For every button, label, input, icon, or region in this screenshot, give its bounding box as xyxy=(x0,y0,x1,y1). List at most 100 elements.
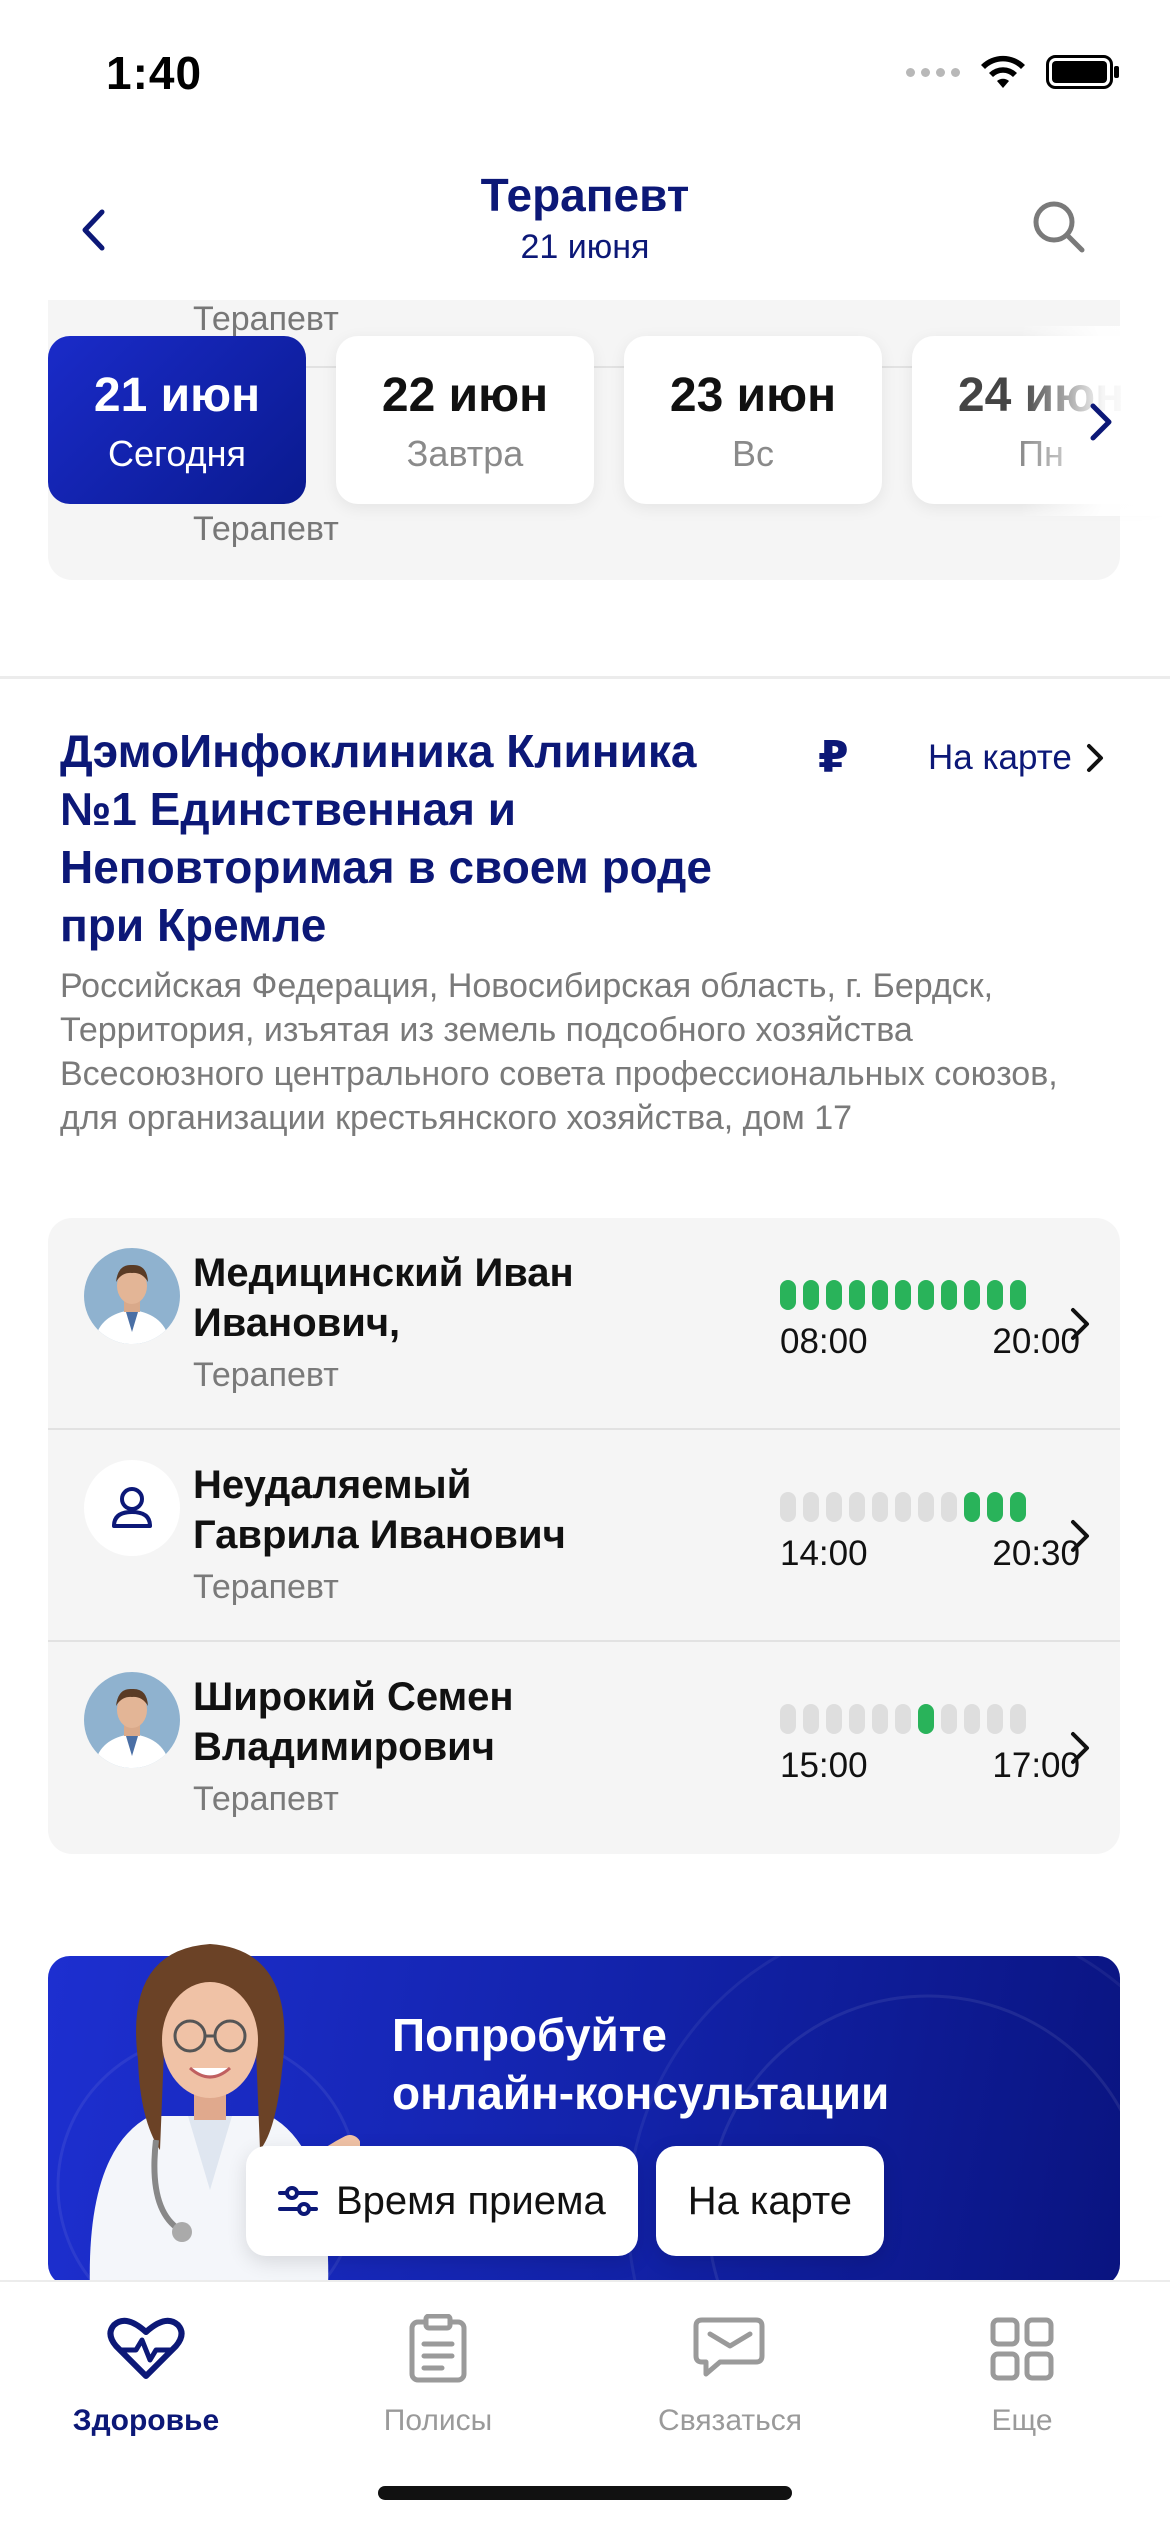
date-chip-weekday: Завтра xyxy=(406,433,524,474)
doctor-list: Медицинский Иван Иванович, Терапевт 08:0… xyxy=(48,1218,1120,1854)
clipboard-icon xyxy=(409,2314,467,2383)
wifi-icon xyxy=(981,55,1025,88)
availability-slot xyxy=(872,1280,888,1310)
map-button-label: На карте xyxy=(687,2178,853,2223)
availability-bar xyxy=(780,1280,1026,1310)
next-dates-button[interactable] xyxy=(1076,392,1126,452)
doctor-row[interactable]: Неудаляемый Гаврила Иванович Терапевт 14… xyxy=(48,1430,1120,1642)
doctor-specialty: Терапевт xyxy=(193,510,339,548)
battery-icon xyxy=(1046,55,1119,89)
availability-slot xyxy=(895,1280,911,1310)
appointment-time-button[interactable]: Время приема xyxy=(246,2146,638,2256)
signal-icon xyxy=(906,67,960,77)
doctor-name: Широкий Семен Владимирович xyxy=(193,1675,514,1769)
availability-slot xyxy=(918,1492,934,1522)
date-chip-date: 22 июн xyxy=(381,369,549,422)
map-button[interactable]: На карте xyxy=(655,2146,885,2256)
availability-slot xyxy=(941,1492,957,1522)
header: Терапевт 21 июня xyxy=(0,140,1170,300)
tab-contact[interactable]: Связаться xyxy=(610,2304,850,2438)
ruble-icon: ₽ xyxy=(818,733,849,782)
clinic-map-link[interactable]: На карте xyxy=(928,738,1104,778)
availability-slot xyxy=(1010,1704,1026,1734)
tab-label: Полисы xyxy=(383,2404,493,2437)
availability-slot xyxy=(780,1492,796,1522)
availability-slot xyxy=(964,1704,980,1734)
availability-slot xyxy=(826,1280,842,1310)
tab-label: Еще xyxy=(991,2404,1053,2437)
tab-policies[interactable]: Полисы xyxy=(318,2304,558,2438)
availability-slot xyxy=(918,1280,934,1310)
availability-slot xyxy=(849,1280,865,1310)
doctor-name: Неудаляемый Гаврила Иванович xyxy=(193,1463,566,1557)
doctor-specialty: Терапевт xyxy=(193,1568,339,1606)
availability-slot xyxy=(987,1704,1003,1734)
date-chip-weekday: Вс xyxy=(731,433,774,474)
availability-slot xyxy=(849,1704,865,1734)
availability-slot xyxy=(803,1704,819,1734)
appointment-time-label: Время приема xyxy=(336,2178,606,2223)
availability-slot xyxy=(826,1492,842,1522)
date-chip-tomorrow[interactable]: 22 июн Завтра xyxy=(336,336,594,504)
doctor-row[interactable]: Широкий Семен Владимирович Терапевт 15:0… xyxy=(48,1642,1120,1854)
chevron-right-icon xyxy=(1071,1308,1089,1340)
availability-slot xyxy=(1010,1280,1026,1310)
slot-end-time: 20:00 xyxy=(992,1322,1080,1361)
section-divider xyxy=(0,676,1170,679)
slot-start-time: 08:00 xyxy=(780,1322,868,1361)
page-title: Терапевт xyxy=(480,169,690,221)
chevron-right-icon xyxy=(1071,1520,1089,1552)
availability-slot xyxy=(987,1492,1003,1522)
tab-label: Связаться xyxy=(658,2404,802,2437)
slot-end-time: 20:30 xyxy=(992,1534,1080,1573)
search-button[interactable] xyxy=(1028,196,1090,258)
availability-slot xyxy=(826,1704,842,1734)
availability-slot xyxy=(964,1280,980,1310)
availability-slot xyxy=(895,1492,911,1522)
doctor-avatar-photo xyxy=(84,1248,180,1344)
chevron-right-icon xyxy=(1090,403,1112,441)
availability-slot xyxy=(964,1492,980,1522)
slot-start-time: 15:00 xyxy=(780,1746,868,1785)
date-chip-date: 23 июн xyxy=(669,369,837,422)
grid-icon xyxy=(990,2317,1054,2381)
home-indicator xyxy=(378,2486,792,2500)
map-link-label: На карте xyxy=(928,738,1072,777)
availability-bar xyxy=(780,1704,1026,1734)
slot-start-time: 14:00 xyxy=(780,1534,868,1573)
availability-slot xyxy=(918,1704,934,1734)
person-icon xyxy=(84,1460,180,1556)
availability-slot xyxy=(849,1492,865,1522)
availability-slot xyxy=(941,1704,957,1734)
banner-text: Попробуйте онлайн-консультации xyxy=(392,2006,889,2122)
chat-phone-icon xyxy=(693,2317,765,2377)
floating-actions: Время приема На карте xyxy=(246,2146,885,2256)
chevron-right-icon xyxy=(1071,1732,1089,1764)
availability-slot xyxy=(941,1280,957,1310)
tab-health[interactable]: Здоровье xyxy=(26,2304,266,2438)
tab-label: Здоровье xyxy=(72,2404,220,2437)
search-icon xyxy=(1033,201,1085,253)
heart-pulse-icon xyxy=(107,2317,185,2379)
doctor-row[interactable]: Медицинский Иван Иванович, Терапевт 08:0… xyxy=(48,1218,1120,1430)
slot-end-time: 17:00 xyxy=(992,1746,1080,1785)
doctor-specialty: Терапевт xyxy=(193,1780,339,1818)
clinic-name[interactable]: ДэмоИнфоклиника Клиника №1 Единственная … xyxy=(60,722,780,954)
availability-slot xyxy=(1010,1492,1026,1522)
availability-slot xyxy=(872,1704,888,1734)
banner-line-2: онлайн-консультации xyxy=(392,2067,890,2119)
doctor-specialty: Терапевт xyxy=(193,300,339,338)
availability-slot xyxy=(780,1704,796,1734)
status-time: 1:40 xyxy=(106,47,203,99)
doctor-specialty: Терапевт xyxy=(193,1356,339,1394)
date-chip-today[interactable]: 21 июн Сегодня xyxy=(48,336,306,504)
clinic-address: Российская Федерация, Новосибирская обла… xyxy=(60,967,1058,1137)
availability-slot xyxy=(895,1704,911,1734)
date-chip-sunday[interactable]: 23 июн Вс xyxy=(624,336,882,504)
status-bar: 1:40 xyxy=(0,0,1170,140)
availability-slot xyxy=(987,1280,1003,1310)
availability-slot xyxy=(803,1492,819,1522)
tab-more[interactable]: Еще xyxy=(902,2304,1142,2438)
status-icons xyxy=(906,54,1120,90)
availability-slot xyxy=(780,1280,796,1310)
